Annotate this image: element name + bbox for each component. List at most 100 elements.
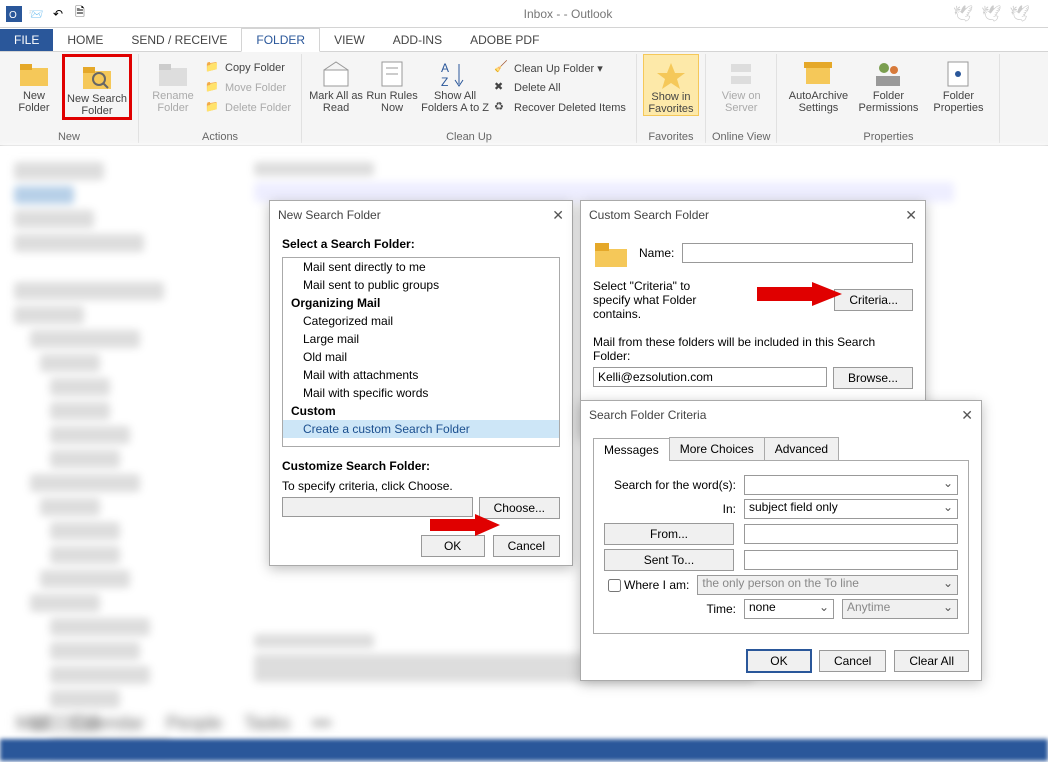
server-icon (725, 58, 757, 90)
broom-icon: 🧹 (494, 60, 510, 76)
envelope-open-icon (320, 58, 352, 90)
new-folder-button[interactable]: New Folder (6, 54, 62, 114)
annotation-arrow-criteria (757, 282, 842, 309)
specify-criteria-text: To specify criteria, click Choose. (282, 479, 560, 493)
anytime-dropdown: Anytime (842, 599, 958, 619)
qat-new-icon[interactable]: 🗎 (70, 4, 90, 24)
run-rules-button[interactable]: Run Rules Now (364, 54, 420, 114)
where-i-am-label: Where I am: (624, 578, 689, 592)
list-item[interactable]: Mail with attachments (283, 366, 559, 384)
close-icon[interactable]: ✕ (905, 207, 917, 224)
autoarchive-button[interactable]: AutoArchive Settings (783, 54, 853, 114)
tab-folder[interactable]: FOLDER (241, 28, 320, 52)
window-title: Inbox - - Outlook (92, 7, 1044, 21)
from-button[interactable]: From... (604, 523, 734, 545)
dialog-title: Search Folder Criteria (589, 408, 706, 422)
ribbon-group-new: New Folder New Search Folder New (0, 54, 139, 143)
select-folder-label: Select a Search Folder: (282, 237, 560, 251)
tab-messages[interactable]: Messages (593, 438, 670, 461)
from-input[interactable] (744, 524, 958, 544)
delete-icon: 📁 (205, 100, 221, 116)
dialog-title: New Search Folder (278, 208, 381, 222)
tab-home[interactable]: HOME (53, 29, 117, 51)
move-icon: 📁 (205, 80, 221, 96)
ribbon-group-actions: Rename Folder 📁Copy Folder 📁Move Folder … (139, 54, 302, 143)
ribbon-group-online: View on Server Online View (706, 54, 778, 143)
search-words-label: Search for the word(s): (604, 478, 744, 492)
qat-undo-icon[interactable]: ↶ (48, 4, 68, 24)
tab-view[interactable]: VIEW (320, 29, 379, 51)
list-item[interactable]: Mail with specific words (283, 384, 559, 402)
cleanup-folder-button[interactable]: 🧹Clean Up Folder ▾ (490, 58, 630, 78)
list-header: Custom (283, 402, 559, 420)
ribbon-group-favorites: Show in Favorites Favorites (637, 54, 706, 143)
copy-folder-button[interactable]: 📁Copy Folder (201, 58, 295, 78)
properties-icon (942, 58, 974, 90)
move-folder-button: 📁Move Folder (201, 78, 295, 98)
close-icon[interactable]: ✕ (552, 207, 564, 224)
delete-folder-button: 📁Delete Folder (201, 98, 295, 118)
outlook-icon: O (4, 4, 24, 24)
cancel-button[interactable]: Cancel (819, 650, 886, 672)
folder-path-display: Kelli@ezsolution.com (593, 367, 827, 387)
tab-addins[interactable]: ADD-INS (379, 29, 456, 51)
name-input[interactable] (682, 243, 913, 263)
list-item[interactable]: Mail sent directly to me (283, 258, 559, 276)
ribbon-group-cleanup: Mark All as Read Run Rules Now AZ Show A… (302, 54, 637, 143)
tab-adobe[interactable]: ADOBE PDF (456, 29, 553, 51)
rename-folder-button: Rename Folder (145, 54, 201, 114)
svg-text:Z: Z (441, 75, 448, 89)
in-label: In: (604, 502, 744, 516)
close-icon[interactable]: ✕ (961, 407, 973, 424)
list-item-custom-search[interactable]: Create a custom Search Folder (283, 420, 559, 438)
archive-icon (802, 58, 834, 90)
rules-icon (376, 58, 408, 90)
show-in-favorites-button[interactable]: Show in Favorites (643, 54, 699, 116)
ribbon-tabs: FILE HOME SEND / RECEIVE FOLDER VIEW ADD… (0, 28, 1048, 52)
ok-button[interactable]: OK (747, 650, 811, 672)
delete-all-icon: ✖ (494, 80, 510, 96)
copy-icon: 📁 (205, 60, 221, 76)
search-folder-list[interactable]: Mail sent directly to me Mail sent to pu… (282, 257, 560, 447)
list-item[interactable]: Old mail (283, 348, 559, 366)
folder-permissions-button[interactable]: Folder Permissions (853, 54, 923, 114)
in-dropdown[interactable]: subject field only (744, 499, 958, 519)
annotation-arrow-choose (430, 514, 500, 539)
list-item[interactable]: Categorized mail (283, 312, 559, 330)
search-words-input[interactable] (744, 475, 958, 495)
view-on-server-button: View on Server (713, 54, 769, 114)
list-item[interactable]: Mail sent to public groups (283, 276, 559, 294)
show-all-az-button[interactable]: AZ Show All Folders A to Z (420, 54, 490, 114)
delete-all-button[interactable]: ✖Delete All (490, 78, 630, 98)
tab-advanced[interactable]: Advanced (764, 437, 839, 460)
time-label: Time: (604, 602, 744, 616)
star-icon (655, 59, 687, 91)
where-i-am-checkbox[interactable] (608, 579, 621, 592)
list-header: Organizing Mail (283, 294, 559, 312)
dialog-title: Custom Search Folder (589, 208, 709, 222)
permissions-icon (872, 58, 904, 90)
clear-all-button[interactable]: Clear All (894, 650, 969, 672)
sent-to-input[interactable] (744, 550, 958, 570)
qat-send-icon[interactable]: 📨 (26, 4, 46, 24)
where-dropdown: the only person on the To line (697, 575, 958, 595)
list-item[interactable]: Large mail (283, 330, 559, 348)
folder-icon (18, 58, 50, 90)
tab-more-choices[interactable]: More Choices (669, 437, 765, 460)
name-label: Name: (639, 246, 674, 260)
ribbon-group-properties: AutoArchive Settings Folder Permissions … (777, 54, 1000, 143)
browse-button[interactable]: Browse... (833, 367, 913, 389)
time-dropdown[interactable]: none (744, 599, 834, 619)
recover-deleted-button[interactable]: ♻Recover Deleted Items (490, 98, 630, 118)
folder-large-icon (593, 237, 631, 269)
tab-sendreceive[interactable]: SEND / RECEIVE (117, 29, 241, 51)
status-bar (0, 739, 1048, 761)
sent-to-button[interactable]: Sent To... (604, 549, 734, 571)
mark-all-read-button[interactable]: Mark All as Read (308, 54, 364, 114)
new-search-folder-button[interactable]: New Search Folder (62, 54, 132, 120)
criteria-button[interactable]: Criteria... (834, 289, 913, 311)
tab-file[interactable]: FILE (0, 29, 53, 51)
cancel-button[interactable]: Cancel (493, 535, 560, 557)
folder-properties-button[interactable]: Folder Properties (923, 54, 993, 114)
decorative-birds: 🕊🕊🕊 (953, 4, 1038, 24)
